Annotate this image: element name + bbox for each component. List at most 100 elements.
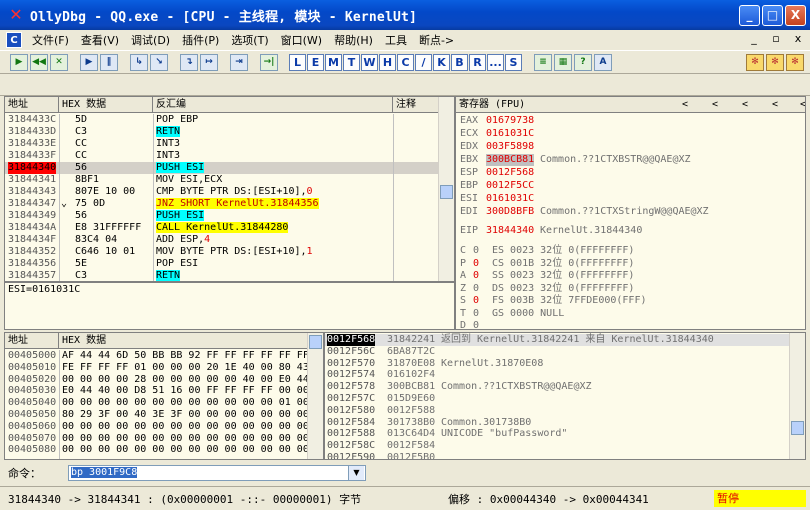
disasm-row[interactable]: 31844341 8BF1 MOV ESI,ECX (5, 174, 439, 186)
plugin-tool-3-icon[interactable]: ✻ (786, 54, 804, 71)
stack-row[interactable]: 0012F568 31842241 返回到 KernelUt.31842241 来自… (325, 334, 791, 346)
modules-window-button[interactable]: E (307, 53, 324, 71)
cpu-window-button[interactable]: C (397, 53, 414, 71)
dump-header-address[interactable]: 地址 (5, 333, 59, 349)
flag-value[interactable]: 0 (473, 245, 479, 257)
mdi-minimize-button[interactable]: _ (746, 32, 762, 45)
column-divider[interactable] (153, 114, 154, 281)
menu-file[interactable]: 文件(F) (28, 32, 77, 48)
dump-pane[interactable]: 地址 HEX 数据 00405000 AF 44 44 6D 50 BB BB 9… (4, 332, 324, 460)
menu-options[interactable]: 选项(T) (227, 32, 276, 48)
run-trace-window-button[interactable]: ... (487, 53, 504, 71)
dump-scroll-thumb[interactable] (309, 335, 322, 349)
flag-value[interactable]: 0 (473, 320, 479, 329)
dump-scrollbar[interactable] (307, 333, 323, 459)
col-header-comment[interactable]: 注释 (393, 97, 439, 113)
mdi-restore-button[interactable]: ▫ (768, 32, 784, 45)
minimize-button[interactable]: _ (739, 5, 760, 26)
stack-row[interactable]: 0012F588 013C64D4 UNICODE "bufPassword" (325, 428, 791, 440)
stack-row[interactable]: 0012F580 0012F588 (325, 405, 791, 417)
disasm-row[interactable]: 3184433C 5D POP EBP (5, 114, 439, 126)
stack-row[interactable]: 0012F574 016102F4 (325, 369, 791, 381)
reg-nav-4[interactable]: < (772, 97, 778, 112)
run-button[interactable]: ▶ (80, 53, 98, 71)
cpu-window-icon[interactable]: C (6, 32, 22, 48)
disasm-scroll-thumb[interactable] (440, 185, 453, 199)
maximize-button[interactable]: □ (762, 5, 783, 26)
register-value[interactable]: 0161031C (486, 128, 534, 140)
grid-button[interactable]: ▦ (554, 53, 572, 71)
reg-nav-1[interactable]: < (682, 97, 688, 112)
threads-window-button[interactable]: T (343, 53, 360, 71)
log-window-button[interactable]: L (289, 53, 306, 71)
stack-row[interactable]: 0012F570 31870E08 KernelUt.31870E08 (325, 358, 791, 370)
handles-window-button[interactable]: H (379, 53, 396, 71)
disasm-row[interactable]: 3184433D C3 RETN (5, 126, 439, 138)
register-value[interactable]: 0012F568 (486, 167, 534, 179)
register-value[interactable]: 300BCB81 (486, 154, 535, 166)
menu-plugins[interactable]: 插件(P) (178, 32, 227, 48)
menu-window[interactable]: 窗口(W) (277, 32, 330, 48)
flag-value[interactable]: 0 (473, 270, 479, 282)
register-value[interactable]: 01679738 (486, 115, 534, 127)
disasm-row[interactable]: 31844357 C3 RETN (5, 270, 439, 281)
memory-window-button[interactable]: M (325, 53, 342, 71)
stack-row[interactable]: 0012F584 301738B0 Common.301738B0 (325, 417, 791, 429)
col-header-address[interactable]: 地址 (5, 97, 59, 113)
disasm-row[interactable]: 3184433E CC INT3 (5, 138, 439, 150)
execute-till-return-button[interactable]: ⇥ (230, 53, 248, 71)
open-button[interactable]: ▶ (10, 53, 28, 71)
close-button[interactable]: X (785, 5, 806, 26)
reg-nav-3[interactable]: < (742, 97, 748, 112)
register-value[interactable]: 31844340 (486, 225, 534, 237)
column-divider[interactable] (393, 114, 394, 281)
dump-header-hex[interactable]: HEX 数据 (59, 333, 309, 349)
disasm-row[interactable]: 3184433F CC INT3 (5, 150, 439, 162)
plugin-tool-2-icon[interactable]: ✻ (766, 54, 784, 71)
stack-pane[interactable]: 0012F568 31842241 返回到 KernelUt.31842241 来自… (324, 332, 806, 460)
stack-row[interactable]: 0012F56C 6BA87T2C (325, 346, 791, 358)
trace-over-button[interactable]: ↦ (200, 53, 218, 71)
col-header-hex[interactable]: HEX 数据 (59, 97, 153, 113)
source-window-button[interactable]: S (505, 53, 522, 71)
registers-pane[interactable]: 寄存器 (FPU) < < < < < EAX 01679738 ECX 016103… (455, 96, 806, 330)
stack-row[interactable]: 0012F57C 015D9E60 (325, 393, 791, 405)
disasm-row[interactable]: 31844347 ⌄ 75 0D JNZ SHORT KernelUt.3184435… (5, 198, 439, 210)
menu-view[interactable]: 查看(V) (77, 32, 127, 48)
command-dropdown-icon[interactable]: ▼ (348, 466, 364, 480)
menu-breakpoints[interactable]: 断点-> (415, 32, 462, 48)
disasm-scrollbar[interactable] (438, 97, 454, 281)
stack-row[interactable]: 0012F58C 0012F584 (325, 440, 791, 452)
command-input[interactable]: bp 3001F9C8 (68, 465, 366, 481)
stack-row[interactable]: 0012F578 300BCB81 Common.??1CTXBSTR@@QAE@X… (325, 381, 791, 393)
flag-value[interactable]: 0 (473, 295, 479, 307)
references-window-button[interactable]: R (469, 53, 486, 71)
register-value[interactable]: 003F5898 (486, 141, 534, 153)
col-header-disasm[interactable]: 反汇编 (153, 97, 393, 113)
stack-row[interactable]: 0012F590 0012F5B0 (325, 452, 791, 459)
stack-scroll-thumb[interactable] (791, 421, 804, 435)
mdi-close-button[interactable]: x (790, 32, 806, 45)
disassembly-pane[interactable]: 地址 HEX 数据 反汇编 注释 3184433C 5D POP EBP 318443… (4, 96, 455, 282)
pause-button[interactable]: ∥ (100, 53, 118, 71)
register-value[interactable]: 0012F5CC (486, 180, 534, 192)
disasm-row[interactable]: 3184434F 83C4 04 ADD ESP,4 (5, 234, 439, 246)
menu-tools[interactable]: 工具 (381, 32, 415, 48)
step-into-button[interactable]: ↳ (130, 53, 148, 71)
reg-nav-2[interactable]: < (712, 97, 718, 112)
plugin-tool-1-icon[interactable]: ✻ (746, 54, 764, 71)
flag-value[interactable]: 0 (473, 308, 479, 320)
help-button[interactable]: ? (574, 53, 592, 71)
reg-nav-5[interactable]: < (800, 97, 805, 112)
patches-window-button[interactable]: / (415, 53, 432, 71)
step-over-button[interactable]: ↘ (150, 53, 168, 71)
menu-debug[interactable]: 调试(D) (127, 32, 178, 48)
menu-help[interactable]: 帮助(H) (330, 32, 381, 48)
close-program-button[interactable]: ✕ (50, 53, 68, 71)
register-value[interactable]: 0161031C (486, 193, 534, 205)
font-button[interactable]: A (594, 53, 612, 71)
disasm-row[interactable]: 31844340 56 PUSH ESI (5, 162, 439, 174)
disasm-row[interactable]: 31844352 C646 10 01 MOV BYTE PTR DS:[ESI+1… (5, 246, 439, 258)
flag-value[interactable]: 0 (473, 258, 479, 270)
list-button[interactable]: ≡ (534, 53, 552, 71)
